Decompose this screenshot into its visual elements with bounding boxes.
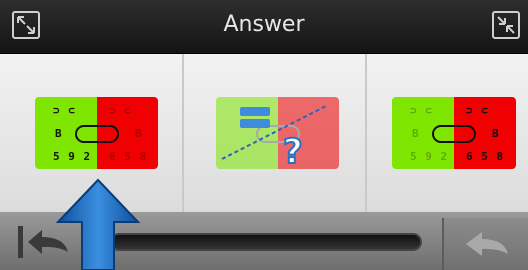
symbol-row-mid: Β <box>492 127 500 140</box>
symbol-row-bottom-dim: 6 5 8 <box>109 150 148 163</box>
collapse-icon <box>497 16 515 34</box>
fixation-pill <box>432 125 476 143</box>
symbol-row-top: ⊃ ⊂ <box>53 104 76 117</box>
option-right-match[interactable]: ⊃ ⊂ ⊃ ⊂ Β Β 5 9 2 6 5 8 <box>367 54 528 212</box>
title-bar: Answer <box>0 0 528 54</box>
symbol-row-bottom-dim: 5 9 2 <box>410 150 449 163</box>
symbol-row-top: ⊃ ⊂ <box>466 104 489 117</box>
symbol-row-mid-dim: Β <box>135 127 143 140</box>
symbol-row-mid: Β <box>55 127 63 140</box>
redo-button[interactable] <box>442 218 528 270</box>
symbol-row-top-dim: ⊃ ⊂ <box>109 104 132 117</box>
redo-icon <box>466 232 508 256</box>
symbol-row-mid-dim: Β <box>412 127 420 140</box>
question-mark: ? <box>282 131 304 173</box>
up-arrow-pointer-icon <box>56 178 140 270</box>
answer-window: Answer ⊃ ⊂ ⊃ ⊂ Β Β 5 9 2 6 5 8 ? ⊃ ⊂ ⊃ ⊂… <box>0 0 528 270</box>
eye-chart-card: ⊃ ⊂ ⊃ ⊂ Β Β 5 9 2 6 5 8 <box>35 97 158 169</box>
symbol-row-bottom: 6 5 8 <box>466 150 505 163</box>
eye-chart-card: ⊃ ⊂ ⊃ ⊂ Β Β 5 9 2 6 5 8 <box>392 97 516 169</box>
symbol-row-bottom: 5 9 2 <box>53 150 92 163</box>
symbol-row-top-dim: ⊃ ⊂ <box>410 104 433 117</box>
collapse-button[interactable] <box>492 11 520 39</box>
option-unknown[interactable]: ? <box>184 54 367 212</box>
fixation-pill <box>75 125 119 143</box>
window-title: Answer <box>223 12 305 37</box>
progress-slider[interactable] <box>110 233 422 251</box>
question-overlay-icon <box>221 104 329 160</box>
